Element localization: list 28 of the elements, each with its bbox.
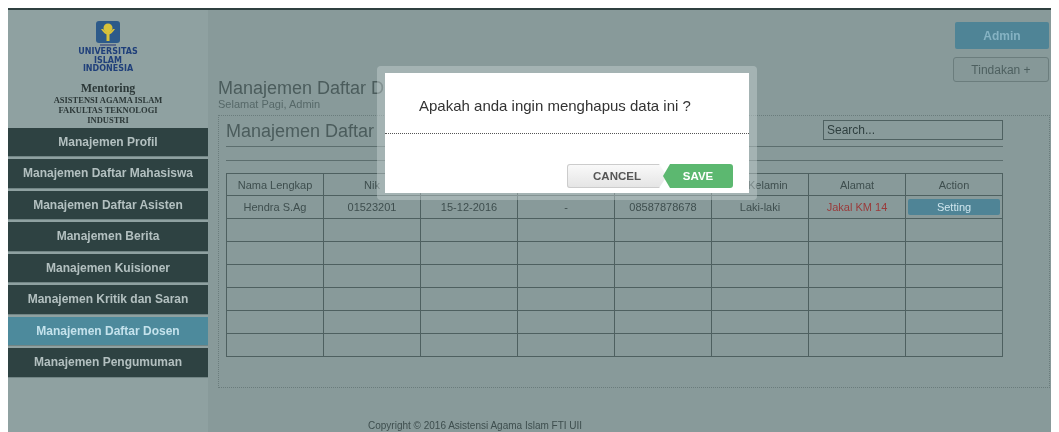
table-cell: 15-12-2016 [420, 195, 518, 219]
sidebar-item[interactable]: Manajemen Daftar Mahasiswa [8, 159, 208, 189]
dialog-message: Apakah anda ingin menghapus data ini ? [385, 73, 749, 134]
table-cell: Jakal KM 14 [808, 195, 906, 219]
table-cell: Hendra S.Ag [226, 195, 324, 219]
sidebar-item[interactable]: Manajemen Profil [8, 127, 208, 157]
page-title: Manajemen Daftar D [218, 78, 385, 98]
panel-title: Manajemen Daftar [226, 121, 375, 142]
column-header: Nama Lengkap [226, 173, 324, 196]
sidebar-item[interactable]: Manajemen Pengumuman [8, 348, 208, 378]
column-header: Alamat [808, 173, 906, 196]
copyright-text: Copyright © 2016 Asistensi Agama Islam FTI UII [368, 420, 584, 432]
sidebar-item[interactable]: Manajemen Kuisioner [8, 253, 208, 283]
table-cell: Laki-laki [711, 195, 809, 219]
sidebar-item[interactable]: Manajemen Kritik dan Saran [8, 285, 208, 315]
cancel-button[interactable]: CANCEL [567, 164, 667, 188]
app-title: Mentoring [79, 81, 137, 95]
setting-button[interactable]: Setting [908, 199, 1000, 215]
table-cell: 08587878678 [614, 195, 712, 219]
app-subtitle: ASISTENSI AGAMA ISLAM FAKULTAS TEKNOLOGI INDUSTRI [52, 94, 164, 125]
column-header: Action [905, 173, 1003, 196]
search-field[interactable]: Search... [823, 120, 1003, 140]
table-cell: 01523201 [323, 195, 421, 219]
university-logo-icon [95, 20, 121, 47]
sidebar-item[interactable]: Manajemen Daftar Asisten [8, 190, 208, 220]
sidebar-item[interactable]: Manajemen Berita [8, 222, 208, 252]
university-name: UNIVERSITAS ISLAM INDONESIA [78, 48, 138, 74]
table-cell: - [517, 195, 615, 219]
